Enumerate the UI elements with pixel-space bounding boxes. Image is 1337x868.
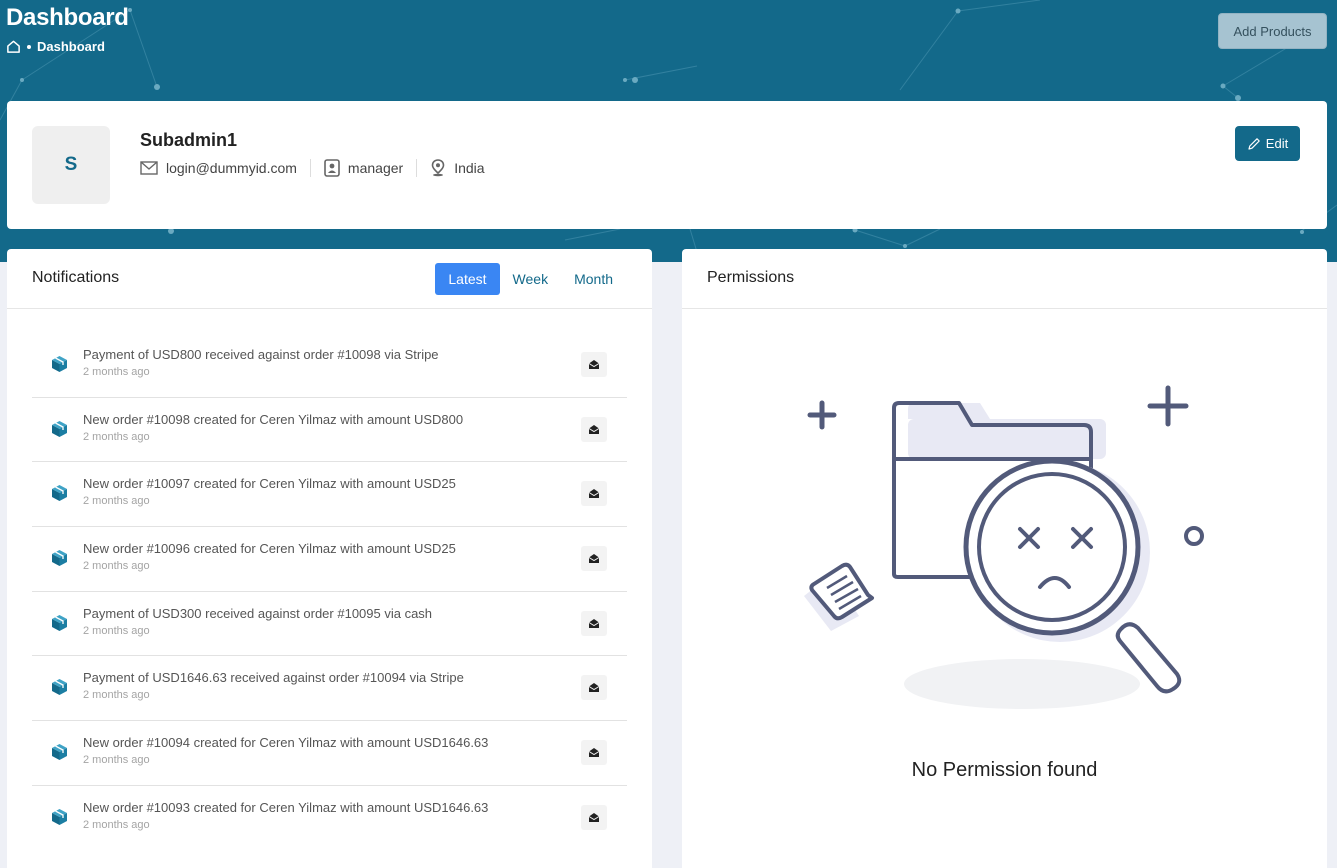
open-envelope-icon [588,683,600,693]
package-cube-icon [52,485,67,502]
permissions-card: Permissions No Permission found [682,249,1327,868]
profile-card: S Subadmin1 login@dummyid.com manager In… [7,101,1327,229]
tab-latest[interactable]: Latest [435,263,500,295]
package-cube-icon [52,679,67,696]
mark-read-button[interactable] [581,804,607,830]
pencil-icon [1248,137,1260,150]
notifications-title: Notifications [32,269,120,286]
location-pin-icon [431,159,445,177]
profile-name: Subadmin1 [140,130,238,150]
notification-filter-tabs: Latest Week Month [435,263,626,295]
notification-list: Payment of USD800 received against order… [32,333,627,851]
package-cube-icon [52,614,67,631]
mark-read-button[interactable] [581,352,607,377]
edit-profile-button[interactable]: Edit [1235,126,1300,161]
package-cube-icon [52,420,67,437]
notification-item[interactable]: New order #10094 created for Ceren Yilma… [32,721,627,786]
notification-item[interactable]: New order #10093 created for Ceren Yilma… [32,786,627,851]
notification-time: 2 months ago [83,495,150,508]
empty-state-illustration [804,385,1204,709]
notification-text: New order #10093 created for Ceren Yilma… [83,799,489,815]
notification-time: 2 months ago [83,689,150,702]
notification-time: 2 months ago [83,430,150,443]
profile-role-text: manager [347,160,404,176]
notification-time: 2 months ago [83,560,150,573]
open-envelope-icon [588,554,600,564]
notification-item[interactable]: Payment of USD1646.63 received against o… [32,656,627,722]
permissions-title: Permissions [707,269,795,286]
notification-time: 2 months ago [83,624,150,637]
profile-email: login@dummyid.com [140,160,297,176]
notification-text: New order #10098 created for Ceren Yilma… [83,411,464,427]
package-cube-icon [52,808,67,825]
mark-read-button[interactable] [581,546,607,572]
notification-text: New order #10096 created for Ceren Yilma… [83,541,456,557]
permissions-header: Permissions [682,249,1327,309]
notification-item[interactable]: Payment of USD300 received against order… [32,592,627,657]
empty-state-message: No Permission found [911,759,1098,781]
mark-read-button[interactable] [581,416,607,442]
meta-divider [416,159,418,177]
page-title: Dashboard [6,4,129,31]
package-cube-icon [52,356,67,372]
envelope-icon [140,161,158,175]
notification-item[interactable]: Payment of USD800 received against order… [32,333,627,398]
notification-time: 2 months ago [83,754,150,767]
breadcrumb-separator [27,44,31,49]
open-envelope-icon [588,489,600,499]
breadcrumb-current: Dashboard [37,39,105,54]
package-cube-icon [52,550,67,567]
notification-text: Payment of USD800 received against order… [83,347,439,362]
mark-read-button[interactable] [581,481,607,507]
notification-time: 2 months ago [83,818,150,831]
avatar: S [32,126,110,204]
notification-text: Payment of USD300 received against order… [83,605,433,621]
breadcrumb: Dashboard [6,39,105,54]
notification-text: Payment of USD1646.63 received against o… [83,670,464,686]
mark-read-button[interactable] [581,740,607,766]
notification-text: New order #10094 created for Ceren Yilma… [83,735,489,751]
notification-text: New order #10097 created for Ceren Yilma… [83,476,456,492]
open-envelope-icon [588,618,600,628]
notifications-header: Notifications Latest Week Month [7,249,652,309]
meta-divider [309,159,311,177]
notification-item[interactable]: New order #10096 created for Ceren Yilma… [32,527,627,592]
profile-meta: login@dummyid.com manager India [140,159,485,177]
add-products-button[interactable]: Add Products [1218,13,1327,49]
profile-role: manager [324,159,403,177]
tab-week[interactable]: Week [500,263,562,295]
profile-location-text: India [454,160,485,176]
mark-read-button[interactable] [581,610,607,636]
edit-label: Edit [1265,136,1289,151]
mark-read-button[interactable] [581,675,607,701]
home-icon[interactable] [6,39,21,54]
contact-card-icon [324,159,340,177]
open-envelope-icon [588,748,600,758]
notification-item[interactable]: New order #10097 created for Ceren Yilma… [32,462,627,528]
open-envelope-icon [588,812,600,822]
open-envelope-icon [588,360,600,369]
open-envelope-icon [588,424,600,434]
profile-location: India [430,159,485,177]
tab-month[interactable]: Month [561,263,626,295]
profile-email-text: login@dummyid.com [166,160,297,176]
notifications-card: Notifications Latest Week Month Payment … [7,249,652,868]
package-cube-icon [52,744,67,761]
notification-item[interactable]: New order #10098 created for Ceren Yilma… [32,398,627,463]
notification-time: 2 months ago [83,366,150,378]
